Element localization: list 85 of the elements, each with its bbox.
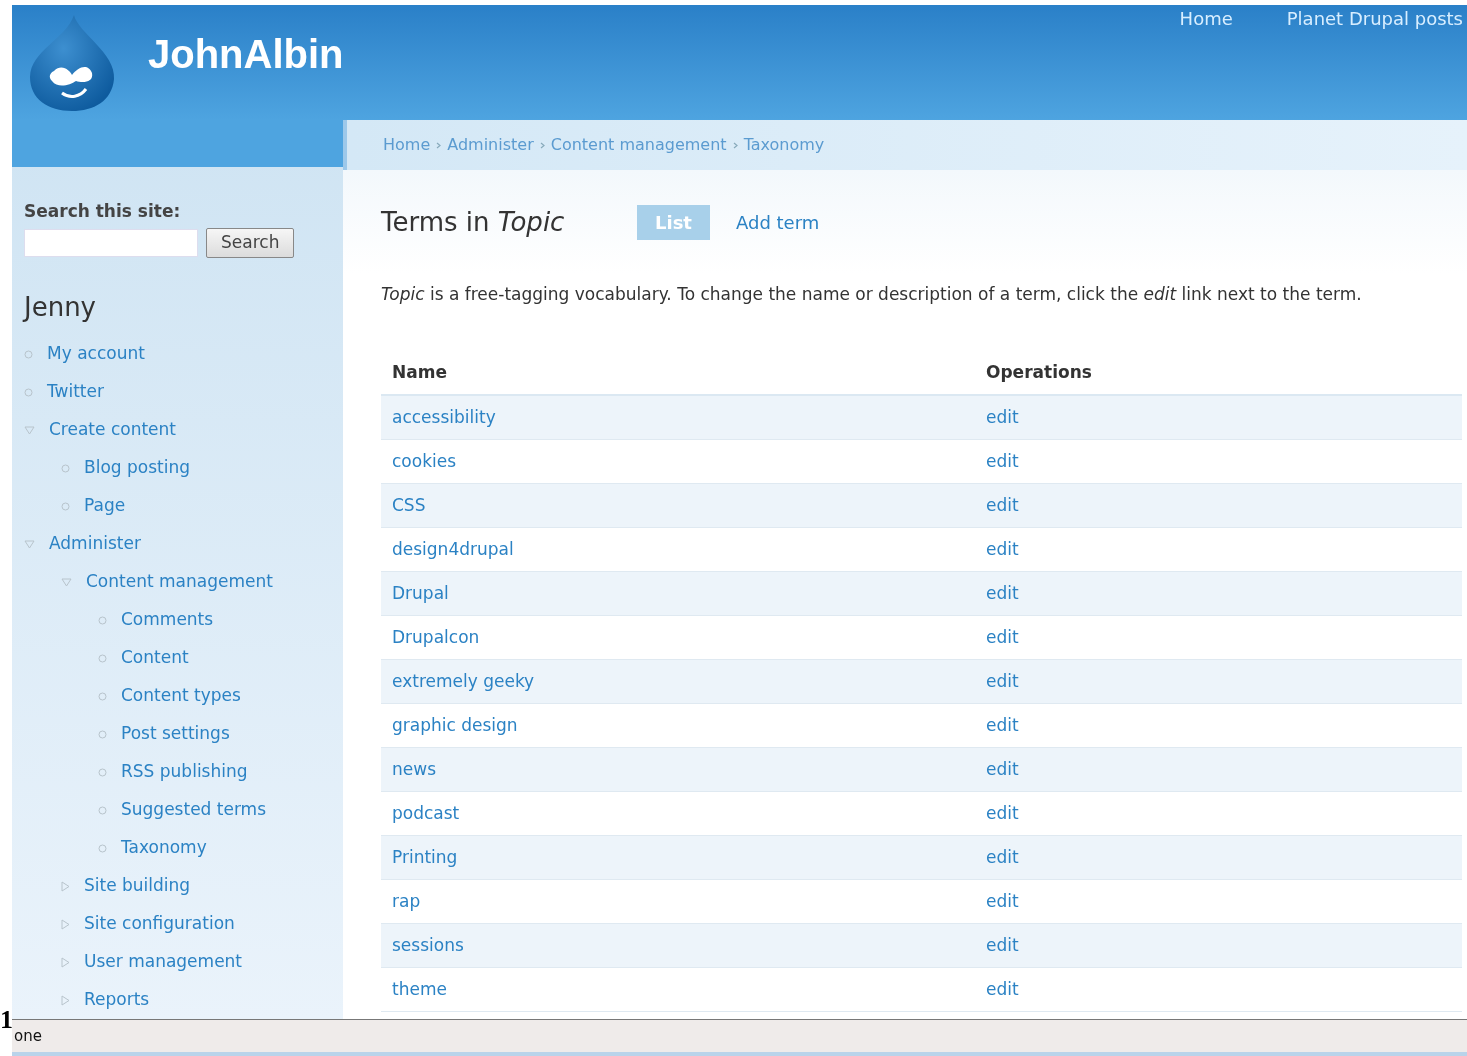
menu-link[interactable]: Page [84,493,126,519]
breadcrumb-link[interactable]: Administer [447,133,534,157]
menu-link[interactable]: User management [84,949,243,975]
menu-link[interactable]: Reports [84,987,150,1013]
search-button[interactable]: Search [206,228,295,258]
term-link[interactable]: Printing [381,844,986,871]
status-text: one [14,1025,42,1047]
breadcrumb-link[interactable]: Content management [550,133,727,157]
edit-link[interactable]: edit [986,668,1019,695]
collapsed-triangle-icon [61,994,70,1006]
chevron-icon [539,141,545,149]
menu-link[interactable]: Blog posting [84,455,190,481]
bullet-icon [98,843,107,853]
term-link[interactable]: accessibility [381,404,986,431]
bullet-icon [98,767,107,777]
menu-link[interactable]: My account [47,341,145,367]
bullet-icon [98,653,107,663]
edit-link[interactable]: edit [986,712,1019,739]
bullet-icon [24,387,33,397]
top-nav-link[interactable]: Planet Drupal posts [1286,5,1463,32]
term-link[interactable]: design4drupal [381,536,986,563]
term-link[interactable]: sessions [381,932,986,959]
term-link[interactable]: theme [381,976,986,1003]
collapsed-triangle-icon [61,880,70,892]
page-title: Terms in Topic [381,205,566,239]
edit-link[interactable]: edit [986,976,1019,1003]
menu-link[interactable]: RSS publishing [121,759,248,785]
top-nav-link[interactable]: Home [1179,5,1233,32]
site-name: JohnAlbin [148,31,344,78]
tab[interactable]: Add term [735,204,820,240]
search-label: Search this site: [24,199,182,223]
menu-link[interactable]: Post settings [121,721,230,747]
edit-link[interactable]: edit [986,492,1019,519]
column-header: Operations [986,361,1092,385]
edit-link[interactable]: edit [986,888,1019,915]
menu-link[interactable]: Administer [49,531,141,557]
term-link[interactable]: Drupalcon [381,624,986,651]
term-link[interactable]: Drupal [381,580,986,607]
edit-link[interactable]: edit [986,580,1019,607]
description: Topic is a free-tagging vocabulary. To change the name or description of a term, click the edit link next to the term. [381,283,1363,306]
term-link[interactable]: cookies [381,448,986,475]
term-link[interactable]: graphic design [381,712,986,739]
bullet-icon [24,349,33,359]
edit-link[interactable]: edit [986,404,1019,431]
expanded-triangle-icon [24,425,35,435]
column-header: Name [391,361,448,385]
collapsed-triangle-icon [61,956,70,968]
edit-link[interactable]: edit [986,624,1019,651]
menu-link[interactable]: Twitter [47,379,104,405]
bullet-icon [98,615,107,625]
margin-mark: 1 [0,1004,13,1036]
expanded-triangle-icon [61,577,72,587]
menu-link[interactable]: Create content [49,417,176,443]
search-field[interactable] [24,229,198,257]
menu-link[interactable]: Content [121,645,189,671]
bullet-icon [61,463,70,473]
expanded-triangle-icon [24,539,35,549]
term-link[interactable]: CSS [381,492,986,519]
term-link[interactable]: podcast [381,800,986,827]
menu-link[interactable]: Content management [86,569,273,595]
edit-link[interactable]: edit [986,800,1019,827]
term-link[interactable]: rap [381,888,986,915]
bullet-icon [98,691,107,701]
edit-link[interactable]: edit [986,536,1019,563]
menu-link[interactable]: Comments [121,607,214,633]
collapsed-triangle-icon [61,918,70,930]
menu-link[interactable]: Suggested terms [121,797,266,823]
edit-link[interactable]: edit [986,932,1019,959]
bullet-icon [61,501,70,511]
bullet-icon [98,805,107,815]
breadcrumb-link[interactable]: Home [383,133,431,157]
menu-link[interactable]: Taxonomy [121,835,207,861]
chevron-icon [436,141,442,149]
block-title: Jenny [24,291,97,324]
edit-link[interactable]: edit [986,448,1019,475]
term-link[interactable]: news [381,756,986,783]
breadcrumb-link[interactable]: Taxonomy [743,133,825,157]
menu-link[interactable]: Site configuration [84,911,235,937]
edit-link[interactable]: edit [986,844,1019,871]
chevron-icon [732,141,738,149]
menu-link[interactable]: Site building [84,873,191,899]
edit-link[interactable]: edit [986,756,1019,783]
term-link[interactable]: extremely geeky [381,668,986,695]
bullet-icon [98,729,107,739]
menu-link[interactable]: Content types [121,683,241,709]
